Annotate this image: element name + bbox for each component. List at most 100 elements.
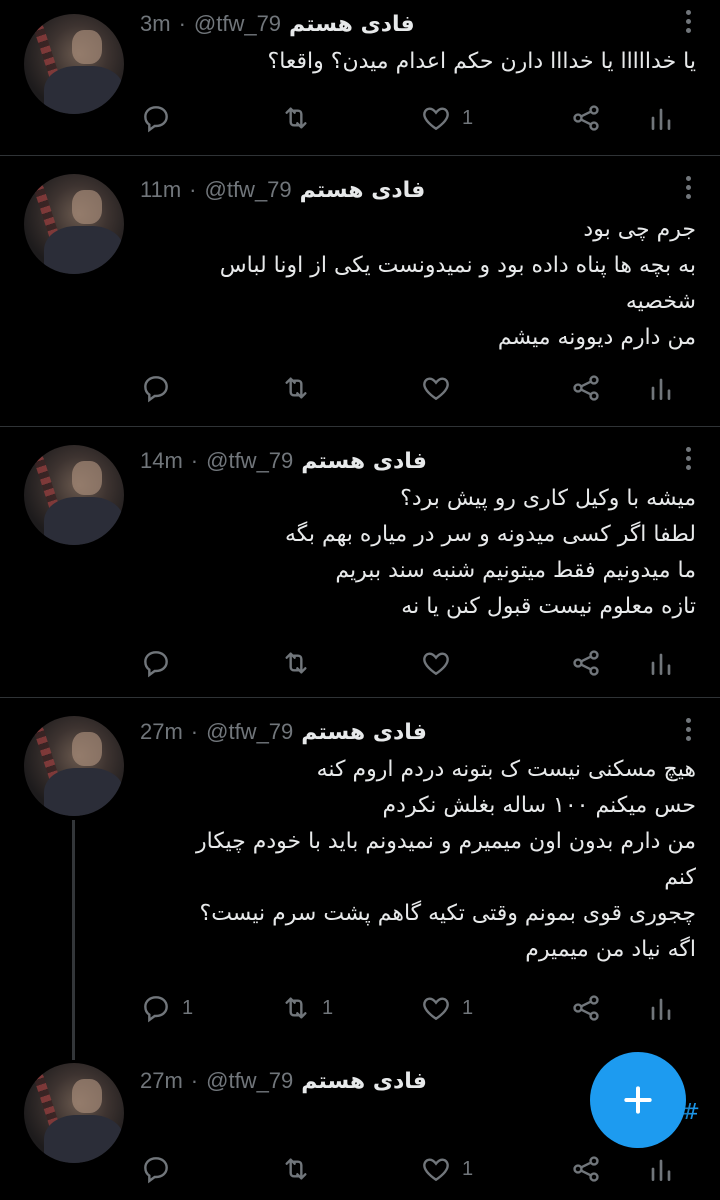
- tweet-line: ما میدونیم فقط میتونیم شنبه سند ببریم: [335, 558, 696, 583]
- avatar[interactable]: [24, 445, 124, 545]
- tweet-time[interactable]: 14m: [140, 448, 183, 474]
- more-icon[interactable]: [684, 176, 692, 204]
- share-button[interactable]: [570, 1149, 602, 1189]
- avatar[interactable]: [24, 14, 124, 114]
- user-handle[interactable]: @tfw_79: [205, 177, 292, 203]
- reply-button[interactable]: [140, 643, 182, 683]
- tweet-line: شخصیه: [625, 289, 696, 314]
- tweet-line: لطفا اگر کسی میدونه و سر در میاره بهم بگ…: [284, 522, 696, 547]
- analytics-button[interactable]: [645, 643, 677, 683]
- analytics-icon: [651, 1159, 671, 1181]
- compose-button[interactable]: [590, 1052, 686, 1148]
- retweet-button[interactable]: [280, 368, 322, 408]
- analytics-icon: [651, 108, 671, 130]
- user-name[interactable]: فادی هستم: [301, 1069, 427, 1094]
- like-icon: [423, 107, 449, 131]
- analytics-icon: [651, 653, 671, 675]
- dot-separator: ·: [190, 1068, 199, 1093]
- more-icon[interactable]: [684, 447, 692, 475]
- more-icon[interactable]: [684, 718, 692, 746]
- user-handle[interactable]: @tfw_79: [194, 11, 281, 37]
- user-handle[interactable]: @tfw_79: [206, 719, 293, 745]
- tweet-text: میشه با وکیل کاری رو پیش برد؟ لطفا اگر ک…: [140, 481, 696, 625]
- tweet-1[interactable]: 3m · @tfw_79 فادی هستم یا خدااااا یا خدا…: [0, 0, 720, 156]
- user-handle[interactable]: @tfw_79: [206, 1068, 293, 1094]
- like-count: 1: [462, 996, 474, 1019]
- avatar[interactable]: [24, 174, 124, 274]
- retweet-icon: [285, 107, 307, 129]
- tweet-line: من دارم دیوونه میشم: [497, 325, 696, 350]
- retweet-icon: [285, 997, 307, 1019]
- analytics-icon: [651, 998, 671, 1020]
- like-button[interactable]: 1: [420, 98, 473, 138]
- dot-separator: ·: [190, 719, 199, 744]
- reply-button[interactable]: [140, 368, 182, 408]
- dot-separator: ·: [189, 177, 197, 202]
- avatar[interactable]: [24, 1063, 124, 1163]
- tweet-line: چجوری قوی بمونم وقتی تکیه گاهم پشت سرم ن…: [199, 901, 696, 926]
- share-button[interactable]: [570, 643, 602, 683]
- retweet-button[interactable]: [280, 98, 322, 138]
- tweet-time[interactable]: 11m: [140, 177, 181, 203]
- tweet-line: تازه معلوم نیست قبول کنن یا نه: [401, 594, 696, 619]
- tweet-line: هیچ مسکنی نیست ک بتونه دردم اروم کنه: [316, 757, 696, 782]
- tweet-line: میشه با وکیل کاری رو پیش برد؟: [400, 486, 696, 511]
- tweet-line: جرم چی بود: [583, 217, 696, 242]
- share-button[interactable]: [570, 98, 602, 138]
- more-icon[interactable]: [684, 10, 692, 38]
- tweet-2[interactable]: 11m · @tfw_79 فادی هستم جرم چی بود به بچ…: [0, 156, 720, 426]
- tweet-time[interactable]: 27m: [140, 719, 183, 745]
- like-count: 1: [462, 1157, 474, 1180]
- reply-button[interactable]: 1: [140, 988, 193, 1028]
- retweet-button[interactable]: [280, 643, 322, 683]
- tweet-text: جرم چی بود به بچه ها پناه داده بود و نمی…: [140, 212, 696, 356]
- retweet-button[interactable]: [280, 1149, 322, 1189]
- retweet-icon: [285, 377, 307, 399]
- tweet-text: یا خدااااا یا خدااا دارن حکم اعدام میدن؟…: [140, 44, 696, 80]
- tweet-time[interactable]: 3m: [140, 11, 171, 37]
- tweet-line: من دارم بدون اون میمیرم و نمیدونم باید ب…: [196, 829, 696, 854]
- tweet-time[interactable]: 27m: [140, 1068, 183, 1094]
- user-handle[interactable]: @tfw_79: [206, 448, 293, 474]
- retweet-button[interactable]: 1: [280, 988, 333, 1028]
- analytics-button[interactable]: [645, 1149, 677, 1189]
- reply-icon: [144, 106, 168, 133]
- tweet-text: هیچ مسکنی نیست ک بتونه دردم اروم کنه حس …: [140, 752, 696, 968]
- like-button[interactable]: 1: [420, 1149, 473, 1189]
- share-icon: [573, 105, 599, 131]
- avatar[interactable]: [24, 716, 124, 816]
- tweet-3[interactable]: 14m · @tfw_79 فادی هستم میشه با وکیل کار…: [0, 427, 720, 697]
- tweet-4[interactable]: 27m · @tfw_79 فادی هستم هیچ مسکنی نیست ک…: [0, 698, 720, 1043]
- user-name[interactable]: فادی هستم: [301, 720, 427, 745]
- dot-separator: ·: [190, 448, 199, 473]
- reply-icon: [144, 376, 168, 403]
- like-button[interactable]: [420, 368, 462, 408]
- tweet-line: کنم: [664, 865, 696, 890]
- user-name[interactable]: فادی هستم: [300, 178, 426, 203]
- reply-icon: [144, 996, 168, 1023]
- reply-count: 1: [182, 996, 194, 1019]
- retweet-icon: [285, 652, 307, 674]
- user-name[interactable]: فادی هستم: [301, 449, 427, 474]
- reply-button[interactable]: [140, 1149, 182, 1189]
- like-button[interactable]: [420, 643, 462, 683]
- like-button[interactable]: 1: [420, 988, 473, 1028]
- retweet-count: 1: [322, 996, 334, 1019]
- tweet-line: به بچه ها پناه داده بود و نمیدونست یکی ا…: [219, 253, 696, 278]
- share-button[interactable]: [570, 368, 602, 408]
- share-icon: [573, 995, 599, 1021]
- user-name[interactable]: فادی هستم: [289, 12, 415, 37]
- like-icon: [423, 652, 449, 676]
- like-count: 1: [462, 106, 474, 129]
- analytics-button[interactable]: [645, 368, 677, 408]
- like-icon: [423, 1158, 449, 1182]
- analytics-button[interactable]: [645, 98, 677, 138]
- reply-icon: [144, 1157, 168, 1184]
- share-button[interactable]: [570, 988, 602, 1028]
- dot-separator: ·: [178, 11, 186, 36]
- analytics-button[interactable]: [645, 988, 677, 1028]
- tweet-line: اگه نیاد من میمیرم: [525, 937, 696, 962]
- compose-plus-icon: [624, 1086, 652, 1114]
- reply-icon: [144, 651, 168, 678]
- reply-button[interactable]: [140, 98, 182, 138]
